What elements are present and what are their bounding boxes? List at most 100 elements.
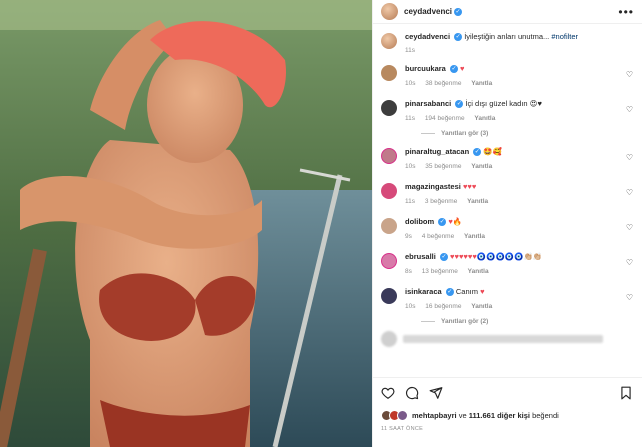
caption: ceydadvenci ✓ İyileştiğin anları unutma.…	[381, 32, 635, 54]
comment-item: pinarsabanci ✓ İçi dışı güzel kadın 😍♥ 1…	[381, 99, 635, 122]
comment-text: İçi dışı güzel kadın	[465, 99, 530, 108]
comment-likes[interactable]: 194 beğenme	[425, 115, 465, 122]
comment-username[interactable]: dolibom	[405, 217, 434, 226]
comment-username[interactable]: pinaraltug_atacan	[405, 147, 469, 156]
commenter-avatar[interactable]	[381, 183, 397, 199]
comment-username[interactable]: magazingastesi	[405, 182, 461, 191]
comment-time: 10s	[405, 80, 416, 87]
post-header: ceydadvenci ✓ •••	[373, 0, 642, 24]
comment-emoji: ♥♥♥	[462, 182, 477, 191]
liker-avatar	[397, 410, 408, 421]
comment-like-heart-icon[interactable]: ♡	[626, 153, 633, 162]
commenter-avatar[interactable]	[381, 100, 397, 116]
comment-item: dolibom ✓ ♥🔥 9s 4 beğenme Yanıtla ♡	[381, 217, 635, 240]
view-replies-button[interactable]: Yanıtları gör (3)	[421, 130, 635, 137]
post-photo[interactable]	[0, 0, 372, 447]
comment-time: 10s	[405, 163, 416, 170]
others-likes-link[interactable]: 111.661 diğer kişi	[469, 411, 530, 420]
comment-item: ebrusalli ✓ ♥♥♥♥♥♥🧿🧿🧿🧿🧿👏🏼👏🏼 8s 13 beğenm…	[381, 252, 635, 275]
commenter-avatar[interactable]	[381, 148, 397, 164]
comment-like-heart-icon[interactable]: ♡	[626, 70, 633, 79]
first-liker-link[interactable]: mehtapbayri	[412, 411, 457, 420]
divider	[421, 133, 435, 134]
comment-emoji: ♥	[480, 287, 485, 296]
comment-icon[interactable]	[405, 386, 419, 400]
comments-list[interactable]: ceydadvenci ✓ İyileştiğin anları unutma.…	[373, 24, 642, 377]
reply-button[interactable]: Yanıtla	[471, 303, 492, 310]
post-sidebar: ceydadvenci ✓ ••• ceydadvenci ✓ İyileşti…	[372, 0, 642, 447]
blurred-comment	[381, 331, 635, 347]
post-image	[0, 0, 372, 447]
reply-button[interactable]: Yanıtla	[471, 80, 492, 87]
verified-badge-icon: ✓	[438, 218, 447, 227]
comment-like-heart-icon[interactable]: ♡	[626, 223, 633, 232]
author-avatar[interactable]	[381, 3, 398, 20]
reply-button[interactable]: Yanıtla	[467, 198, 488, 205]
comment-likes[interactable]: 4 beğenme	[422, 233, 455, 240]
comment-item: magazingastesi ♥♥♥ 11s 3 beğenme Yanıtla…	[381, 182, 635, 205]
comment-like-heart-icon[interactable]: ♡	[626, 188, 633, 197]
caption-username[interactable]: ceydadvenci	[405, 32, 450, 41]
comment-time: 10s	[405, 303, 416, 310]
verified-badge-icon: ✓	[455, 100, 464, 109]
comment-likes[interactable]: 16 beğenme	[425, 303, 461, 310]
commenter-avatar[interactable]	[381, 288, 397, 304]
comment-username[interactable]: ebrusalli	[405, 252, 436, 261]
reply-button[interactable]: Yanıtla	[471, 163, 492, 170]
post-actions: mehtapbayri ve 111.661 diğer kişi beğend…	[373, 377, 642, 447]
verified-badge-icon: ✓	[454, 7, 463, 16]
comment-username[interactable]: pinarsabanci	[405, 99, 451, 108]
caption-time: 11s	[405, 47, 415, 54]
commenter-avatar	[381, 331, 397, 347]
likes-connector: ve	[456, 411, 469, 420]
commenter-avatar[interactable]	[381, 218, 397, 234]
reply-button[interactable]: Yanıtla	[464, 233, 485, 240]
comment-like-heart-icon[interactable]: ♡	[626, 293, 633, 302]
bookmark-icon[interactable]	[619, 386, 633, 400]
view-replies-label: Yanıtları gör (2)	[441, 318, 489, 325]
caption-hashtag[interactable]: #nofilter	[551, 32, 578, 41]
instagram-post-window: ceydadvenci ✓ ••• ceydadvenci ✓ İyileşti…	[0, 0, 642, 447]
comment-item: pinaraltug_atacan ✓ 🤩🥰 10s 35 beğenme Ya…	[381, 147, 635, 170]
author-username[interactable]: ceydadvenci	[404, 7, 452, 16]
likes-summary: mehtapbayri ve 111.661 diğer kişi beğend…	[381, 410, 635, 421]
comment-like-heart-icon[interactable]: ♡	[626, 258, 633, 267]
divider	[421, 321, 435, 322]
verified-badge-icon: ✓	[445, 288, 454, 297]
comment-emoji: 🤩🥰	[483, 147, 503, 156]
verified-badge-icon: ✓	[449, 65, 458, 74]
heart-icon[interactable]	[381, 386, 395, 400]
comment-likes[interactable]: 13 beğenme	[422, 268, 458, 275]
comment-likes[interactable]: 38 beğenme	[425, 80, 461, 87]
comment-username[interactable]: isinkaraca	[405, 287, 442, 296]
comment-emoji: ♥	[460, 64, 465, 73]
comment-item: burcuukara ✓ ♥ 10s 38 beğenme Yanıtla ♡	[381, 64, 635, 87]
likes-suffix: beğendi	[530, 411, 559, 420]
share-icon[interactable]	[429, 386, 443, 400]
liker-avatars	[381, 410, 408, 421]
comment-username[interactable]: burcuukara	[405, 64, 446, 73]
blurred-text	[403, 335, 603, 343]
caption-text: İyileştiğin anları unutma...	[464, 32, 552, 41]
comment-likes[interactable]: 35 beğenme	[425, 163, 461, 170]
comment-likes[interactable]: 3 beğenme	[425, 198, 458, 205]
verified-badge-icon: ✓	[473, 148, 482, 157]
comment-time: 9s	[405, 233, 412, 240]
view-replies-button[interactable]: Yanıtları gör (2)	[421, 318, 635, 325]
verified-badge-icon: ✓	[439, 253, 448, 262]
comment-time: 8s	[405, 268, 412, 275]
comment-time: 11s	[405, 198, 415, 205]
post-timestamp: 11 SAAT ÖNCE	[381, 426, 424, 432]
commenter-avatar[interactable]	[381, 253, 397, 269]
reply-button[interactable]: Yanıtla	[474, 115, 495, 122]
comment-emoji: ♥🔥	[448, 217, 463, 226]
more-options-icon[interactable]: •••	[618, 5, 634, 19]
comment-text: Canım	[455, 287, 481, 296]
comment-item: isinkaraca ✓ Canım ♥ 10s 16 beğenme Yanı…	[381, 287, 635, 310]
comment-time: 11s	[405, 115, 415, 122]
commenter-avatar[interactable]	[381, 65, 397, 81]
author-avatar[interactable]	[381, 33, 397, 49]
comment-like-heart-icon[interactable]: ♡	[626, 105, 633, 114]
reply-button[interactable]: Yanıtla	[468, 268, 489, 275]
view-replies-label: Yanıtları gör (3)	[441, 130, 489, 137]
